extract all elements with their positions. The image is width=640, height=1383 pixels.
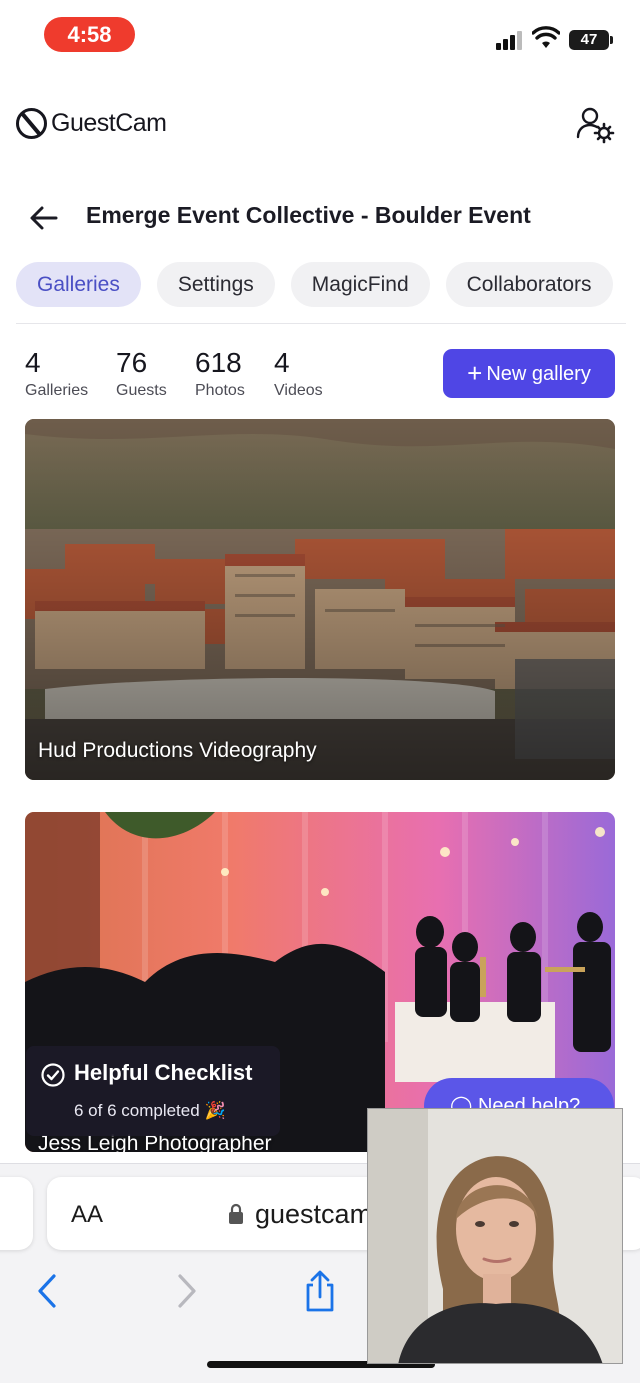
stat-label: Videos bbox=[274, 382, 323, 399]
logo-text: GuestCam bbox=[51, 108, 167, 137]
stat-videos: 4 Videos bbox=[274, 346, 323, 402]
lock-icon bbox=[229, 1203, 243, 1224]
guestcam-logo[interactable]: GuestCam bbox=[16, 106, 167, 140]
arrow-left-icon[interactable] bbox=[28, 202, 60, 234]
forward-icon[interactable] bbox=[166, 1270, 206, 1312]
previous-tab-card[interactable] bbox=[0, 1177, 33, 1250]
stat-galleries: 4 Galleries bbox=[25, 346, 88, 402]
status-time: 4:58 bbox=[44, 17, 135, 52]
status-bar: 4:58 47 bbox=[0, 0, 640, 72]
gallery-cover-image bbox=[25, 419, 615, 780]
tab-collaborators[interactable]: Collaborators bbox=[445, 262, 613, 307]
party-popper-icon: 🎉 bbox=[204, 1101, 226, 1120]
gallery-card[interactable]: Hud Productions Videography bbox=[25, 419, 615, 780]
check-circle-icon bbox=[41, 1063, 65, 1087]
battery-indicator: 47 bbox=[569, 30, 613, 50]
tab-magicfind[interactable]: MagicFind bbox=[290, 262, 430, 307]
divider bbox=[16, 323, 626, 324]
webcam-overlay bbox=[367, 1108, 623, 1364]
user-gear-icon[interactable] bbox=[575, 104, 615, 144]
gallery-name: Hud Productions Videography bbox=[38, 739, 317, 762]
wifi-icon bbox=[532, 26, 560, 48]
helpful-checklist[interactable]: Helpful Checklist 6 of 6 completed 🎉 bbox=[26, 1046, 280, 1136]
presenter-video bbox=[368, 1109, 622, 1363]
event-title: Emerge Event Collective - Boulder Event bbox=[86, 202, 531, 228]
logo-mark-icon bbox=[16, 107, 47, 139]
stat-value: 618 bbox=[195, 347, 242, 378]
new-gallery-label: New gallery bbox=[486, 363, 591, 385]
tab-settings[interactable]: Settings bbox=[156, 262, 275, 307]
stat-label: Guests bbox=[116, 382, 167, 399]
stat-photos: 618 Photos bbox=[195, 346, 245, 402]
checklist-progress: 6 of 6 completed 🎉 bbox=[74, 1101, 226, 1121]
app-header: GuestCam bbox=[0, 90, 640, 160]
stat-value: 76 bbox=[116, 347, 148, 378]
stat-label: Galleries bbox=[25, 382, 89, 399]
back-icon[interactable] bbox=[28, 1270, 68, 1312]
event-header: Emerge Event Collective - Boulder Event bbox=[0, 190, 640, 244]
stat-label: Photos bbox=[195, 382, 245, 399]
checklist-progress-text: 6 of 6 completed bbox=[74, 1101, 200, 1120]
cellular-signal-icon bbox=[496, 30, 524, 50]
text-size-button[interactable]: AA bbox=[71, 1201, 103, 1229]
new-gallery-button[interactable]: + New gallery bbox=[443, 349, 615, 398]
stat-guests: 76 Guests bbox=[116, 346, 167, 402]
checklist-title: Helpful Checklist bbox=[74, 1060, 253, 1085]
url-text: guestcam bbox=[255, 1199, 373, 1229]
tab-bar: Galleries Settings MagicFind Collaborators bbox=[16, 262, 626, 308]
tab-galleries[interactable]: Galleries bbox=[16, 262, 141, 307]
stat-value: 4 bbox=[25, 347, 41, 378]
plus-icon: + bbox=[467, 358, 483, 388]
share-icon[interactable] bbox=[300, 1270, 340, 1312]
stat-value: 4 bbox=[274, 347, 290, 378]
